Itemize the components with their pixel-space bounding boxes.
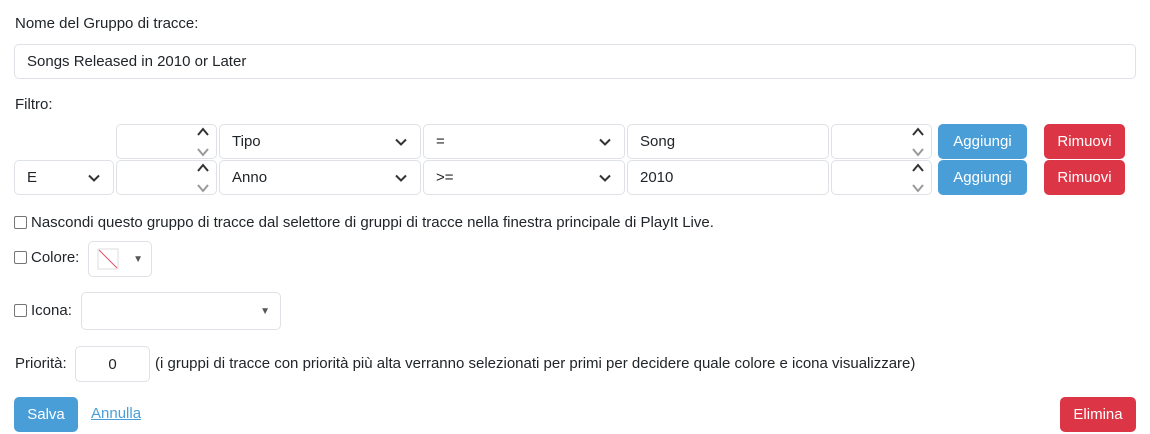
chevron-down-icon <box>395 174 407 182</box>
caret-down-icon: ▼ <box>133 253 143 265</box>
save-button[interactable]: Salva <box>14 397 78 432</box>
spin-up-icon <box>197 163 209 172</box>
add-filter-button[interactable]: Aggiungi <box>938 160 1027 195</box>
spin-up-icon <box>912 163 924 172</box>
group-name-input[interactable]: Songs Released in 2010 or Later <box>14 44 1136 79</box>
filter-operator-select-1[interactable]: = <box>423 124 625 159</box>
filter-field-select-2[interactable]: Anno <box>219 160 421 195</box>
filter-operator-value: = <box>436 133 445 150</box>
chevron-down-icon <box>88 174 100 182</box>
no-color-swatch-icon <box>97 248 119 270</box>
priority-input[interactable]: 0 <box>75 346 150 382</box>
filter-value-input-2[interactable]: 2010 <box>627 160 829 195</box>
hide-group-checkbox[interactable] <box>14 216 27 229</box>
conjunction-value: E <box>27 169 38 186</box>
add-filter-button[interactable]: Aggiungi <box>938 124 1027 159</box>
caret-down-icon: ▼ <box>260 305 270 317</box>
open-paren-stepper[interactable] <box>116 124 217 159</box>
priority-hint: (i gruppi di tracce con priorità più alt… <box>155 355 916 372</box>
filter-field-select-1[interactable]: Tipo <box>219 124 421 159</box>
filter-value: Song <box>640 133 676 150</box>
hide-group-label: Nascondi questo gruppo di tracce dal sel… <box>31 214 714 231</box>
spinner-icon[interactable] <box>911 163 925 193</box>
chevron-down-icon <box>395 138 407 146</box>
open-paren-stepper[interactable] <box>116 160 217 195</box>
group-name-value: Songs Released in 2010 or Later <box>27 53 247 70</box>
remove-filter-button[interactable]: Rimuovi <box>1044 124 1125 159</box>
spinner-icon[interactable] <box>196 163 210 193</box>
spinner-icon[interactable] <box>911 127 925 157</box>
spin-up-icon <box>912 127 924 136</box>
spinner-icon[interactable] <box>196 127 210 157</box>
spin-down-icon <box>197 148 209 157</box>
spin-down-icon <box>197 184 209 193</box>
filter-label: Filtro: <box>15 96 53 113</box>
close-paren-stepper[interactable] <box>831 124 932 159</box>
delete-button[interactable]: Elimina <box>1060 397 1136 432</box>
group-name-label: Nome del Gruppo di tracce: <box>15 15 199 32</box>
close-paren-stepper[interactable] <box>831 160 932 195</box>
chevron-down-icon <box>599 138 611 146</box>
icon-picker[interactable]: ▼ <box>81 292 281 330</box>
filter-field-value: Anno <box>232 169 268 186</box>
color-checkbox[interactable] <box>14 251 27 264</box>
priority-label: Priorità: <box>15 355 67 372</box>
icon-label: Icona: <box>31 302 72 319</box>
icon-checkbox[interactable] <box>14 304 27 317</box>
priority-value: 0 <box>108 355 117 373</box>
conjunction-select[interactable]: E <box>14 160 114 195</box>
color-picker[interactable]: ▼ <box>88 241 152 277</box>
filter-field-value: Tipo <box>232 133 261 150</box>
filter-value-input-1[interactable]: Song <box>627 124 829 159</box>
chevron-down-icon <box>599 174 611 182</box>
cancel-link[interactable]: Annulla <box>91 405 141 422</box>
spin-down-icon <box>912 148 924 157</box>
filter-operator-select-2[interactable]: >= <box>423 160 625 195</box>
spin-down-icon <box>912 184 924 193</box>
filter-operator-value: >= <box>436 169 454 186</box>
remove-filter-button[interactable]: Rimuovi <box>1044 160 1125 195</box>
color-label: Colore: <box>31 249 80 266</box>
filter-value: 2010 <box>640 169 674 186</box>
spin-up-icon <box>197 127 209 136</box>
